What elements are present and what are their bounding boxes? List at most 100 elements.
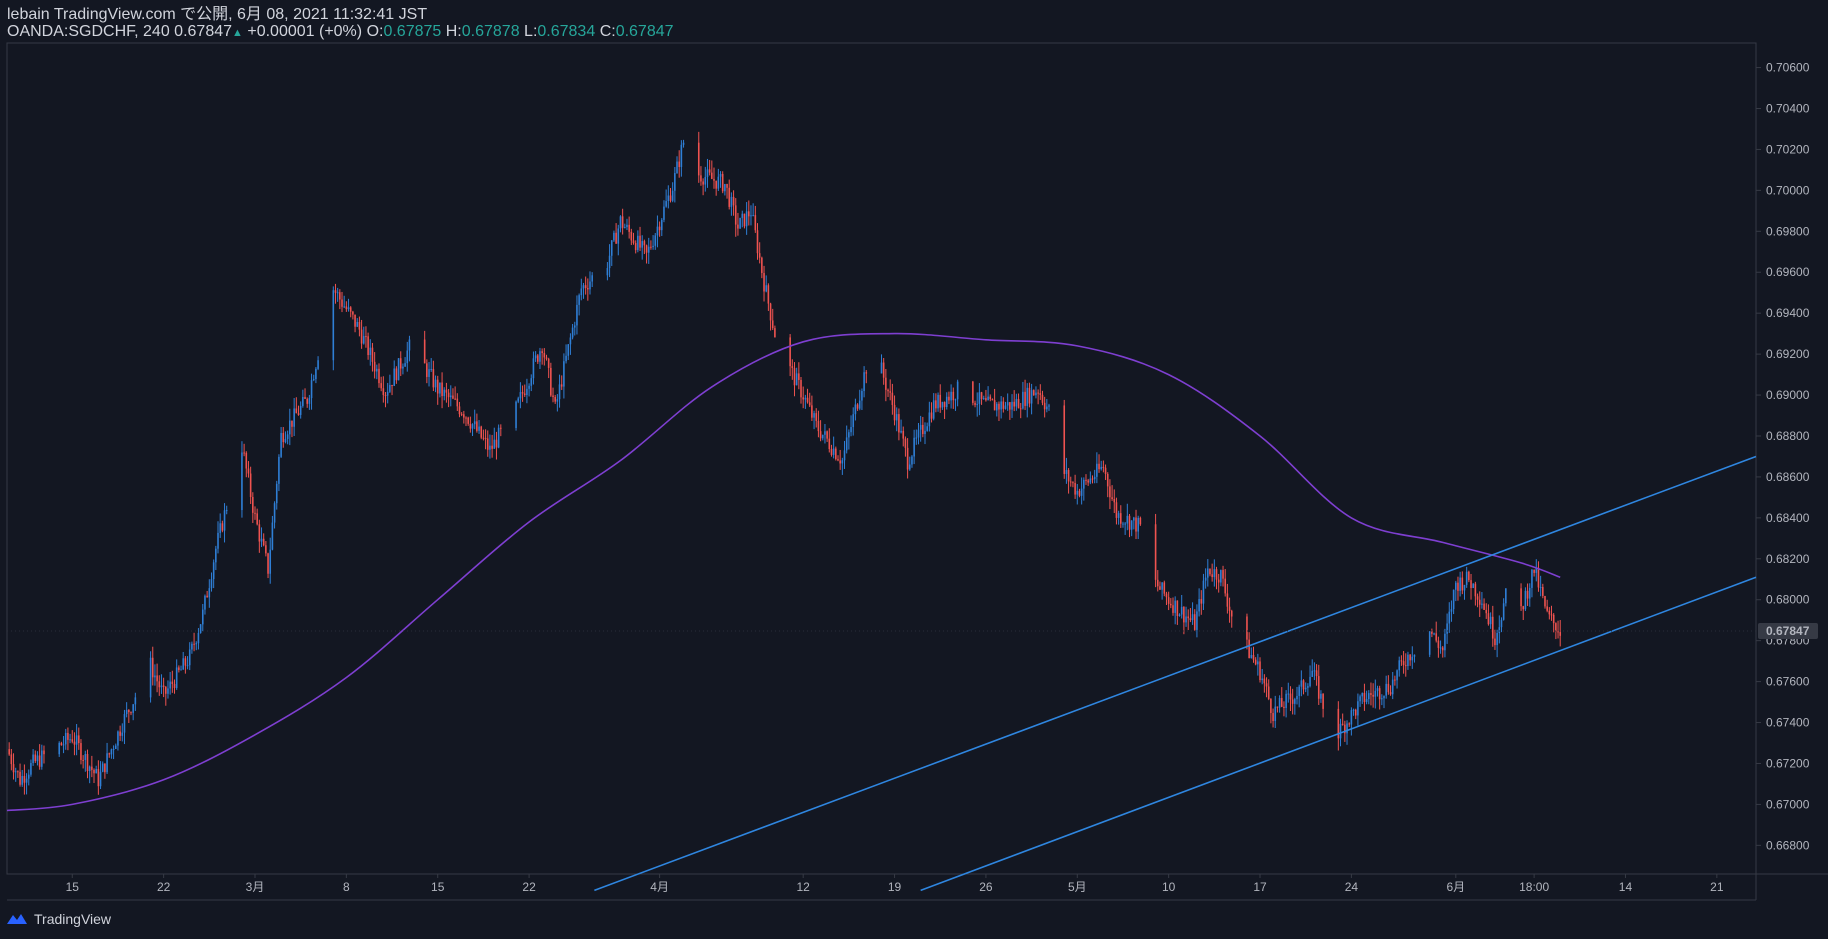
- candle-up: [908, 464, 911, 470]
- time-axis[interactable]: 15 22 3月 8 15 22 4月 12 19 26 5月 10 17 24 6月 18:00 14 21: [66, 874, 1724, 894]
- candle-up: [1030, 390, 1033, 404]
- candle-up: [404, 363, 406, 367]
- candle-up: [199, 624, 202, 633]
- candle-up: [569, 337, 572, 345]
- candle-down: [162, 685, 165, 687]
- candle-down: [711, 172, 713, 179]
- candle-up: [434, 379, 437, 388]
- candle-down: [1267, 686, 1270, 699]
- candle-up: [752, 215, 754, 217]
- tradingview-logo[interactable]: TradingView: [6, 911, 111, 927]
- candle-down: [306, 398, 309, 404]
- candle-up: [880, 362, 883, 374]
- candle-down: [1470, 580, 1472, 589]
- candle-down: [304, 397, 306, 399]
- candle-up: [663, 206, 665, 220]
- candle-up: [1178, 614, 1181, 616]
- candle-down: [467, 417, 469, 424]
- time-tick-label: 4月: [650, 880, 669, 894]
- candle-up: [336, 292, 339, 294]
- candle-down: [245, 452, 248, 469]
- time-tick-label: 10: [1162, 880, 1176, 894]
- candle-down: [395, 368, 398, 381]
- candle-up: [1396, 670, 1398, 681]
- candle-down: [1211, 574, 1213, 578]
- candle-down: [1550, 614, 1553, 616]
- candle-down: [678, 161, 680, 167]
- candle-up: [665, 201, 667, 207]
- candle-up: [123, 714, 126, 733]
- time-tick-label: 18:00: [1519, 880, 1549, 894]
- candle-up: [1046, 406, 1048, 410]
- candle-up: [1204, 577, 1207, 581]
- candle-down: [943, 401, 946, 407]
- candle-down: [1437, 640, 1440, 648]
- candle-up: [273, 503, 276, 523]
- candle-up: [1450, 609, 1453, 612]
- candle-down: [793, 368, 796, 386]
- candle-up: [197, 632, 200, 644]
- candle-down: [178, 667, 180, 670]
- candle-down: [71, 739, 74, 742]
- candle-up: [606, 268, 609, 276]
- candle-down: [989, 396, 992, 400]
- candle-up: [1298, 686, 1300, 696]
- candle-down: [1248, 639, 1250, 659]
- candle-up: [1439, 647, 1442, 649]
- candle-up: [62, 744, 65, 746]
- candle-down: [1548, 610, 1551, 615]
- candle-down: [1387, 683, 1390, 693]
- candle-up: [915, 437, 918, 439]
- candle-down: [1167, 597, 1170, 604]
- candle-down: [839, 460, 841, 464]
- candle-down: [382, 388, 385, 395]
- time-tick-label: 17: [1253, 880, 1267, 894]
- candle-up: [1463, 584, 1466, 591]
- candle-up: [1130, 520, 1133, 530]
- candle-down: [1072, 482, 1074, 484]
- candle-down: [476, 421, 478, 431]
- candle-up: [530, 378, 533, 386]
- candle-up: [1452, 589, 1455, 610]
- candle-up: [1459, 577, 1461, 591]
- candle-down: [447, 392, 450, 398]
- price-tick-label: 0.67400: [1766, 716, 1810, 730]
- candle-down: [887, 389, 889, 392]
- candle-up: [1100, 466, 1103, 470]
- candle-up: [110, 749, 113, 755]
- candle-down: [1552, 614, 1555, 624]
- candle-up: [288, 420, 291, 435]
- candle-down: [758, 253, 761, 258]
- candle-up: [667, 195, 670, 202]
- candle-up: [730, 196, 733, 207]
- candle-up: [1296, 695, 1298, 700]
- candle-down: [1163, 582, 1166, 594]
- candle-up: [1285, 693, 1287, 708]
- candle-down: [391, 385, 393, 387]
- candle-down: [445, 389, 448, 393]
- candle-up: [717, 176, 720, 189]
- candle-down: [939, 394, 942, 408]
- candle-down: [906, 447, 909, 470]
- candle-down: [130, 712, 132, 714]
- price-chart[interactable]: 0.70600 0.70400 0.70200 0.70000 0.69800 0.696…: [0, 0, 1828, 939]
- price-tick-label: 0.67600: [1766, 675, 1810, 689]
- candle-down: [452, 395, 454, 399]
- candle-down: [560, 384, 563, 387]
- candle-down: [267, 553, 269, 574]
- candle-down: [1106, 473, 1109, 487]
- candle-up: [589, 281, 591, 290]
- channel-upper-line: [594, 455, 1757, 892]
- candle-up: [125, 710, 128, 715]
- candle-down: [882, 362, 885, 378]
- candle-up: [619, 216, 622, 229]
- candle-down: [734, 205, 737, 225]
- candle-up: [1313, 670, 1316, 672]
- candle-down: [998, 403, 1000, 410]
- candle-up: [95, 768, 97, 774]
- candle-down: [552, 395, 554, 398]
- candle-up: [1374, 690, 1377, 697]
- candle-down: [1441, 647, 1444, 651]
- candle-down: [865, 372, 868, 374]
- candle-down: [38, 755, 41, 767]
